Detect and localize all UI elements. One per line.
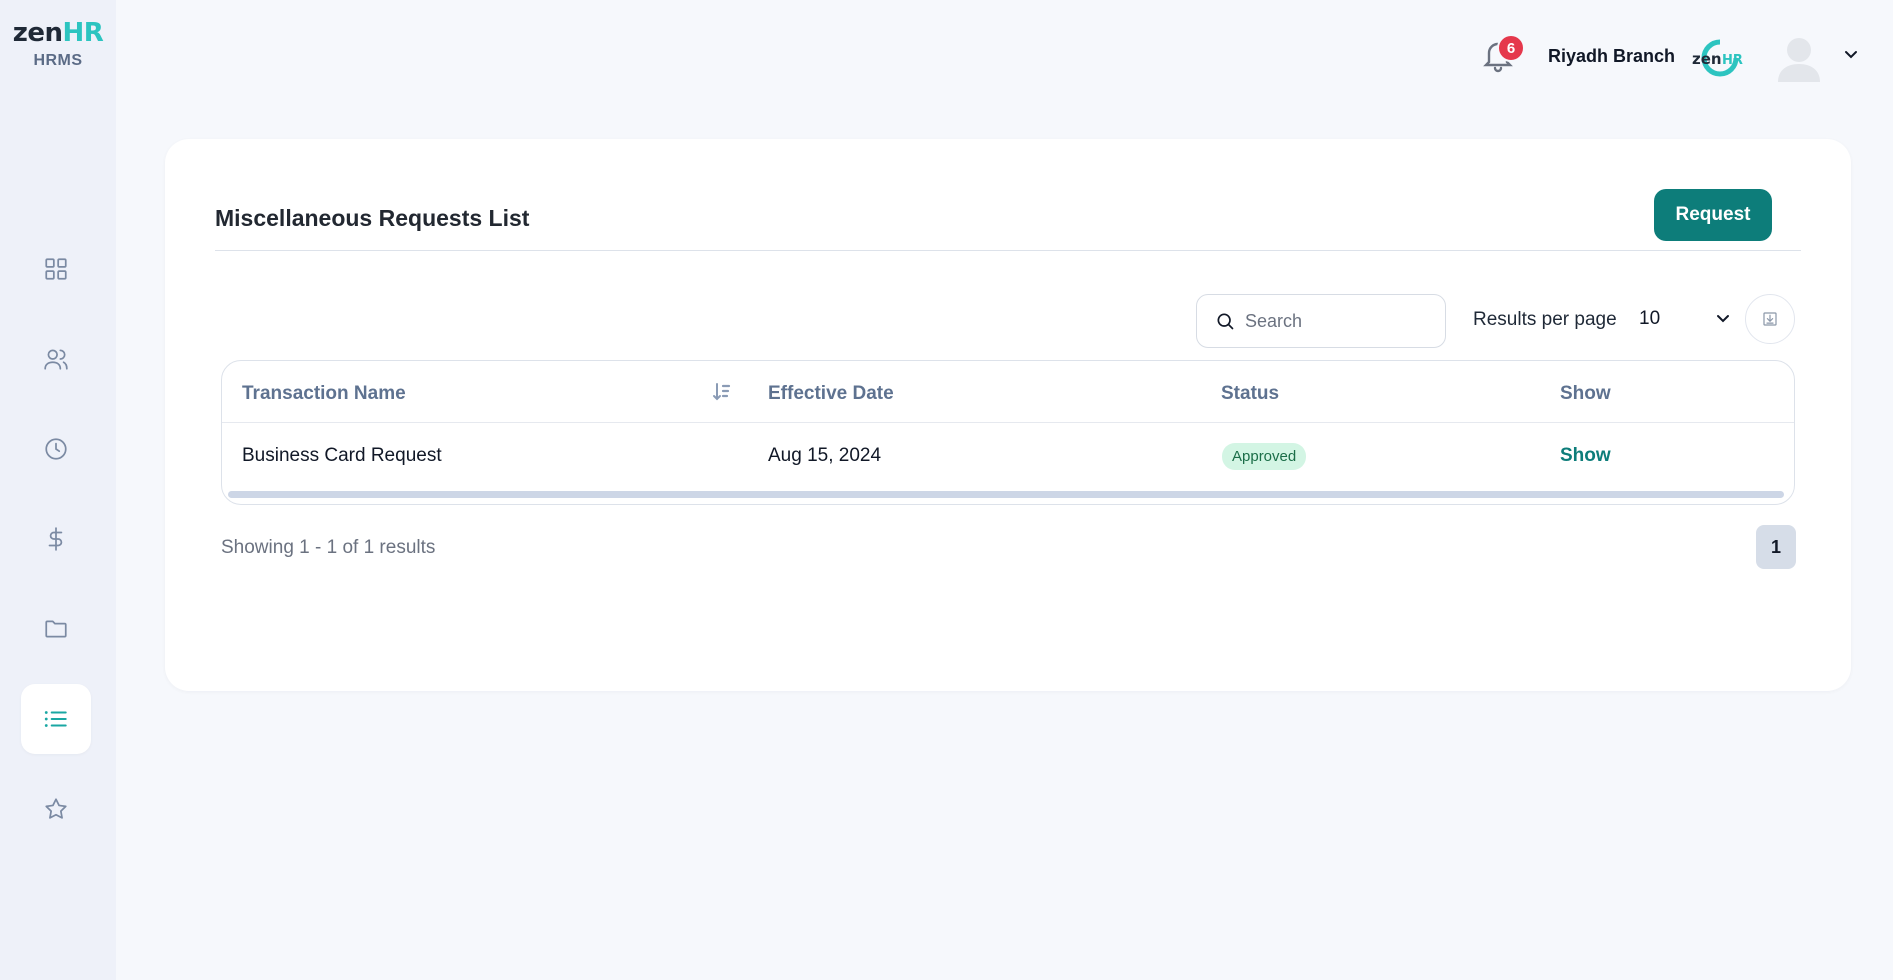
chevron-down-icon <box>1717 315 1729 323</box>
sidebar-item-attendance[interactable] <box>21 414 91 484</box>
status-badge: Approved <box>1222 443 1307 470</box>
search-field[interactable] <box>1196 294 1446 348</box>
company-logo: zen HR <box>1692 39 1743 77</box>
users-icon <box>44 349 68 370</box>
page-title: Miscellaneous Requests List <box>215 205 530 231</box>
export-button[interactable] <box>1745 294 1795 344</box>
table-header: Transaction Name Effective Date Status S… <box>222 361 1794 423</box>
header-divider <box>215 250 1801 251</box>
show-link[interactable]: Show <box>1560 445 1611 467</box>
column-header-status[interactable]: Status <box>1221 383 1279 405</box>
sidebar-item-payroll[interactable] <box>21 504 91 574</box>
branch-name[interactable]: Riyadh Branch <box>1548 46 1675 67</box>
sidebar: zenHR HRMS <box>0 0 116 980</box>
sidebar-item-employees[interactable] <box>21 324 91 394</box>
results-summary: Showing 1 - 1 of 1 results <box>221 537 436 558</box>
notification-count-badge: 6 <box>1497 34 1525 62</box>
app-logo[interactable]: zenHR HRMS <box>0 18 116 70</box>
download-icon <box>1763 312 1777 326</box>
sidebar-item-documents[interactable] <box>21 594 91 664</box>
column-header-effective-date[interactable]: Effective Date <box>768 383 894 405</box>
chevron-down-icon[interactable] <box>1842 48 1860 62</box>
request-button[interactable]: Request <box>1654 189 1772 241</box>
clock-icon <box>45 438 67 460</box>
results-per-page-value: 10 <box>1639 308 1661 329</box>
results-per-page-select[interactable]: 10 <box>1635 299 1731 339</box>
search-input[interactable] <box>1245 310 1425 332</box>
svg-text:HR: HR <box>1722 53 1743 68</box>
cell-effective-date: Aug 15, 2024 <box>768 445 882 466</box>
list-icon <box>44 711 67 727</box>
requests-card: Miscellaneous Requests List Request Resu… <box>165 139 1851 691</box>
brand-wordmark: zenHR <box>12 18 104 48</box>
sidebar-item-requests[interactable] <box>21 684 91 754</box>
sort-icon[interactable] <box>711 381 733 403</box>
pagination-page-1[interactable]: 1 <box>1756 525 1796 569</box>
dollar-icon <box>48 527 63 551</box>
dashboard-grid-icon <box>45 258 67 280</box>
horizontal-scrollbar[interactable] <box>228 491 1784 498</box>
app-subtitle: HRMS <box>33 52 83 69</box>
sidebar-item-dashboard[interactable] <box>21 234 91 304</box>
user-avatar-icon[interactable] <box>1776 34 1822 84</box>
column-header-show: Show <box>1560 383 1611 404</box>
requests-table: Transaction Name Effective Date Status S… <box>221 360 1795 505</box>
sidebar-item-favorites[interactable] <box>21 774 91 844</box>
cell-transaction-name: Business Card Request <box>242 445 442 466</box>
search-icon <box>1217 313 1234 330</box>
star-icon <box>45 798 67 819</box>
results-per-page-label: Results per page <box>1473 309 1617 330</box>
table-row: Business Card Request Aug 15, 2024 Appro… <box>222 423 1794 489</box>
svg-text:zen: zen <box>1692 50 1722 68</box>
column-header-transaction-name[interactable]: Transaction Name <box>242 383 406 405</box>
folder-icon <box>45 620 67 638</box>
